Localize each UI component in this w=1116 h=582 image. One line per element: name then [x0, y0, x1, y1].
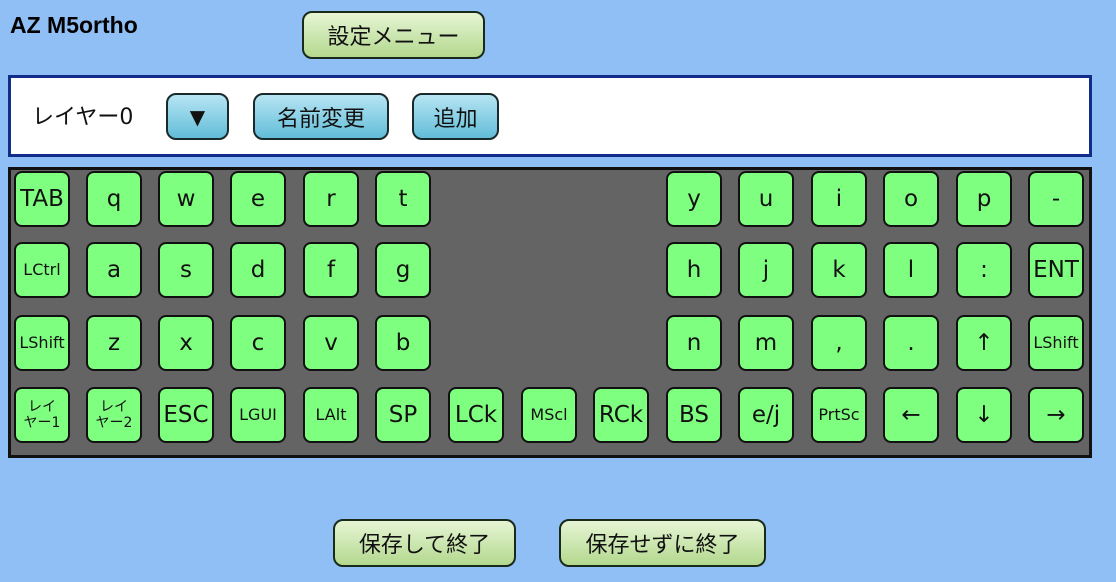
- key-r3-c7[interactable]: MScl: [521, 387, 577, 443]
- key-r3-c5[interactable]: SP: [375, 387, 431, 443]
- key-r0-c8[interactable]: i: [811, 171, 867, 227]
- key-r1-c11[interactable]: ENT: [1028, 242, 1084, 298]
- key-r0-c6[interactable]: y: [666, 171, 722, 227]
- key-r0-c2[interactable]: w: [158, 171, 214, 227]
- key-r1-c2[interactable]: s: [158, 242, 214, 298]
- key-r2-c4[interactable]: v: [303, 315, 359, 371]
- keyboard-layout: TAB q w e r t y u i o p - LCtrl a s d f g h j k l: ENT LShift z x…: [8, 167, 1092, 458]
- key-r1-c0[interactable]: LCtrl: [14, 242, 70, 298]
- app-title: AZ M5ortho: [10, 12, 138, 38]
- key-r2-c6[interactable]: n: [666, 315, 722, 371]
- key-r3-c13[interactable]: ↓: [956, 387, 1012, 443]
- layer-bar: レイヤー0 ▼ 名前変更 追加: [8, 75, 1092, 157]
- key-r1-c8[interactable]: k: [811, 242, 867, 298]
- key-r1-c10[interactable]: :: [956, 242, 1012, 298]
- key-r0-c5[interactable]: t: [375, 171, 431, 227]
- key-r2-c0[interactable]: LShift: [14, 315, 70, 371]
- key-r2-c7[interactable]: m: [738, 315, 794, 371]
- key-r3-c12[interactable]: ←: [883, 387, 939, 443]
- layer-dropdown-button[interactable]: ▼: [166, 93, 229, 140]
- key-r0-c3[interactable]: e: [230, 171, 286, 227]
- key-r1-c7[interactable]: j: [738, 242, 794, 298]
- key-r2-c1[interactable]: z: [86, 315, 142, 371]
- key-r3-c6[interactable]: LCk: [448, 387, 504, 443]
- rename-layer-button[interactable]: 名前変更: [253, 93, 389, 140]
- key-r2-c3[interactable]: c: [230, 315, 286, 371]
- key-r2-c2[interactable]: x: [158, 315, 214, 371]
- key-r3-c0[interactable]: レイ ヤー1: [14, 387, 70, 443]
- save-and-exit-button[interactable]: 保存して終了: [333, 519, 516, 567]
- current-layer-label: レイヤー0: [32, 105, 134, 130]
- key-r3-c3[interactable]: LGUI: [230, 387, 286, 443]
- key-r0-c0[interactable]: TAB: [14, 171, 70, 227]
- key-r0-c9[interactable]: o: [883, 171, 939, 227]
- key-r1-c6[interactable]: h: [666, 242, 722, 298]
- key-r2-c5[interactable]: b: [375, 315, 431, 371]
- key-r2-c9[interactable]: .: [883, 315, 939, 371]
- add-layer-button[interactable]: 追加: [412, 93, 499, 140]
- key-r2-c10[interactable]: ↑: [956, 315, 1012, 371]
- key-r0-c11[interactable]: -: [1028, 171, 1084, 227]
- key-r1-c4[interactable]: f: [303, 242, 359, 298]
- exit-without-saving-button[interactable]: 保存せずに終了: [559, 519, 766, 567]
- key-r1-c9[interactable]: l: [883, 242, 939, 298]
- key-r2-c11[interactable]: LShift: [1028, 315, 1084, 371]
- key-r0-c1[interactable]: q: [86, 171, 142, 227]
- key-r3-c11[interactable]: PrtSc: [811, 387, 867, 443]
- key-r1-c5[interactable]: g: [375, 242, 431, 298]
- key-r1-c1[interactable]: a: [86, 242, 142, 298]
- key-r2-c8[interactable]: ,: [811, 315, 867, 371]
- key-r0-c4[interactable]: r: [303, 171, 359, 227]
- key-r0-c7[interactable]: u: [738, 171, 794, 227]
- key-r1-c3[interactable]: d: [230, 242, 286, 298]
- key-r3-c14[interactable]: →: [1028, 387, 1084, 443]
- key-r3-c9[interactable]: BS: [666, 387, 722, 443]
- key-r3-c2[interactable]: ESC: [158, 387, 214, 443]
- key-r3-c8[interactable]: RCk: [593, 387, 649, 443]
- settings-menu-button[interactable]: 設定メニュー: [302, 11, 485, 59]
- key-r3-c10[interactable]: e/j: [738, 387, 794, 443]
- key-r0-c10[interactable]: p: [956, 171, 1012, 227]
- key-r3-c1[interactable]: レイ ヤー2: [86, 387, 142, 443]
- key-r3-c4[interactable]: LAlt: [303, 387, 359, 443]
